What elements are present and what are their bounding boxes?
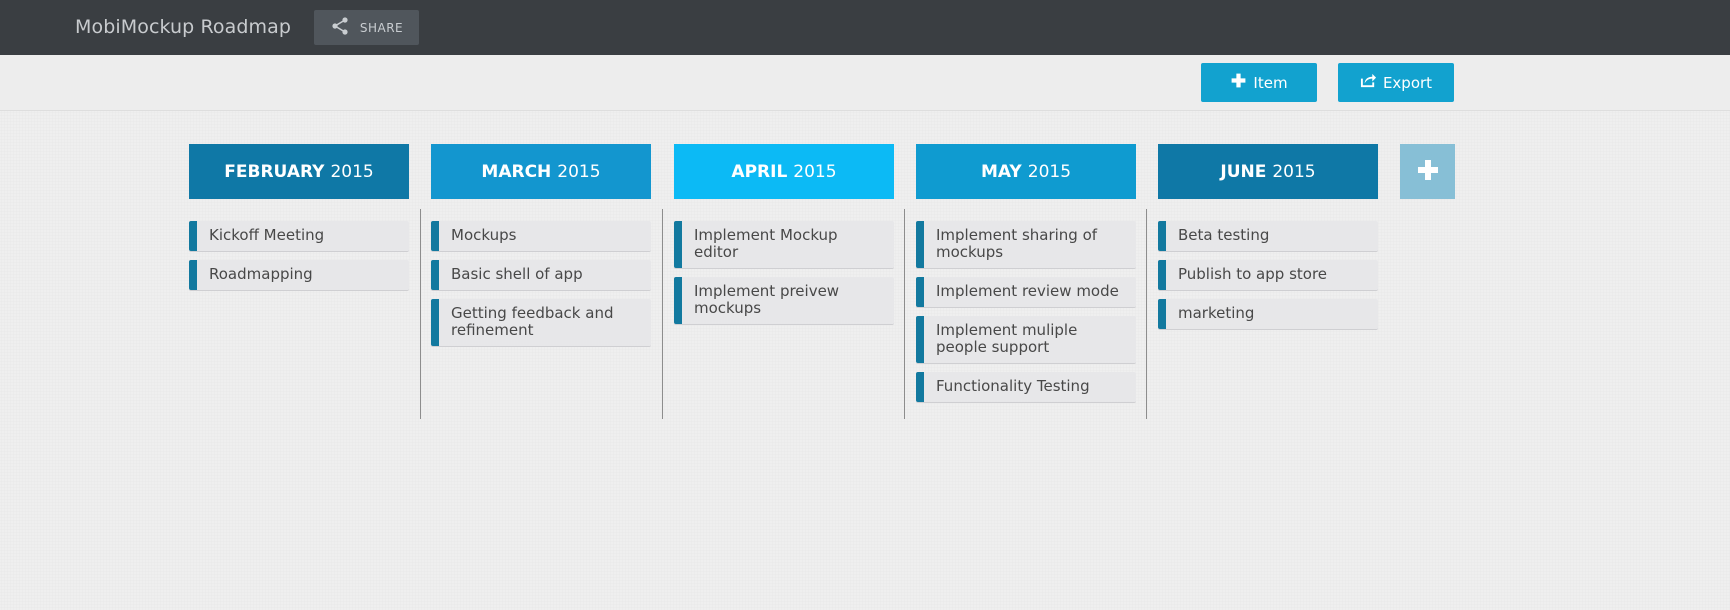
month-header-march[interactable]: MARCH 2015	[431, 144, 651, 199]
export-icon	[1360, 72, 1377, 93]
column-divider	[904, 209, 905, 419]
month-year: 2015	[330, 161, 374, 182]
plus-icon	[1230, 72, 1247, 93]
april-items: Implement Mockup editor Implement preive…	[674, 221, 894, 333]
month-name: MAY	[980, 161, 1022, 182]
roadmap-item[interactable]: marketing	[1158, 299, 1378, 330]
toolbar: Item Export	[0, 55, 1730, 111]
export-label: Export	[1382, 73, 1433, 92]
month-name: FEBRUARY	[224, 161, 325, 182]
top-bar: MobiMockup Roadmap SHARE	[0, 0, 1730, 55]
roadmap-item[interactable]: Implement preivew mockups	[674, 277, 894, 325]
month-year: 2015	[1272, 161, 1316, 182]
february-items: Kickoff Meeting Roadmapping	[189, 221, 409, 299]
column-divider	[420, 209, 421, 419]
share-label: SHARE	[359, 20, 404, 35]
month-header-april[interactable]: APRIL 2015	[674, 144, 894, 199]
export-button[interactable]: Export	[1338, 63, 1454, 102]
month-year: 2015	[557, 161, 601, 182]
add-item-label: Item	[1253, 73, 1288, 92]
share-icon	[330, 16, 350, 39]
roadmap-item[interactable]: Publish to app store	[1158, 260, 1378, 291]
month-name: MARCH	[481, 161, 552, 182]
column-divider	[1146, 209, 1147, 419]
month-name: JUNE	[1220, 161, 1267, 182]
column-divider	[662, 209, 663, 419]
month-year: 2015	[793, 161, 837, 182]
add-item-button[interactable]: Item	[1201, 63, 1317, 102]
roadmap-item[interactable]: Basic shell of app	[431, 260, 651, 291]
app-title: MobiMockup Roadmap	[75, 16, 292, 38]
add-month-button[interactable]	[1400, 144, 1455, 199]
june-items: Beta testing Publish to app store market…	[1158, 221, 1378, 338]
roadmap-item[interactable]: Implement Mockup editor	[674, 221, 894, 269]
roadmap-item[interactable]: Beta testing	[1158, 221, 1378, 252]
roadmap-item[interactable]: Functionality Testing	[916, 372, 1136, 403]
may-items: Implement sharing of mockups Implement r…	[916, 221, 1136, 411]
roadmap-item[interactable]: Mockups	[431, 221, 651, 252]
month-name: APRIL	[731, 161, 788, 182]
roadmap-item[interactable]: Implement sharing of mockups	[916, 221, 1136, 269]
plus-icon	[1417, 159, 1439, 185]
roadmap-item[interactable]: Kickoff Meeting	[189, 221, 409, 252]
month-header-february[interactable]: FEBRUARY 2015	[189, 144, 409, 199]
month-header-may[interactable]: MAY 2015	[916, 144, 1136, 199]
month-year: 2015	[1027, 161, 1072, 182]
march-items: Mockups Basic shell of app Getting feedb…	[431, 221, 651, 355]
roadmap-item[interactable]: Implement muliple people support	[916, 316, 1136, 364]
roadmap-item[interactable]: Roadmapping	[189, 260, 409, 291]
roadmap-item[interactable]: Implement review mode	[916, 277, 1136, 308]
month-header-june[interactable]: JUNE 2015	[1158, 144, 1378, 199]
share-button[interactable]: SHARE	[314, 10, 419, 45]
roadmap-item[interactable]: Getting feedback and refinement	[431, 299, 651, 347]
